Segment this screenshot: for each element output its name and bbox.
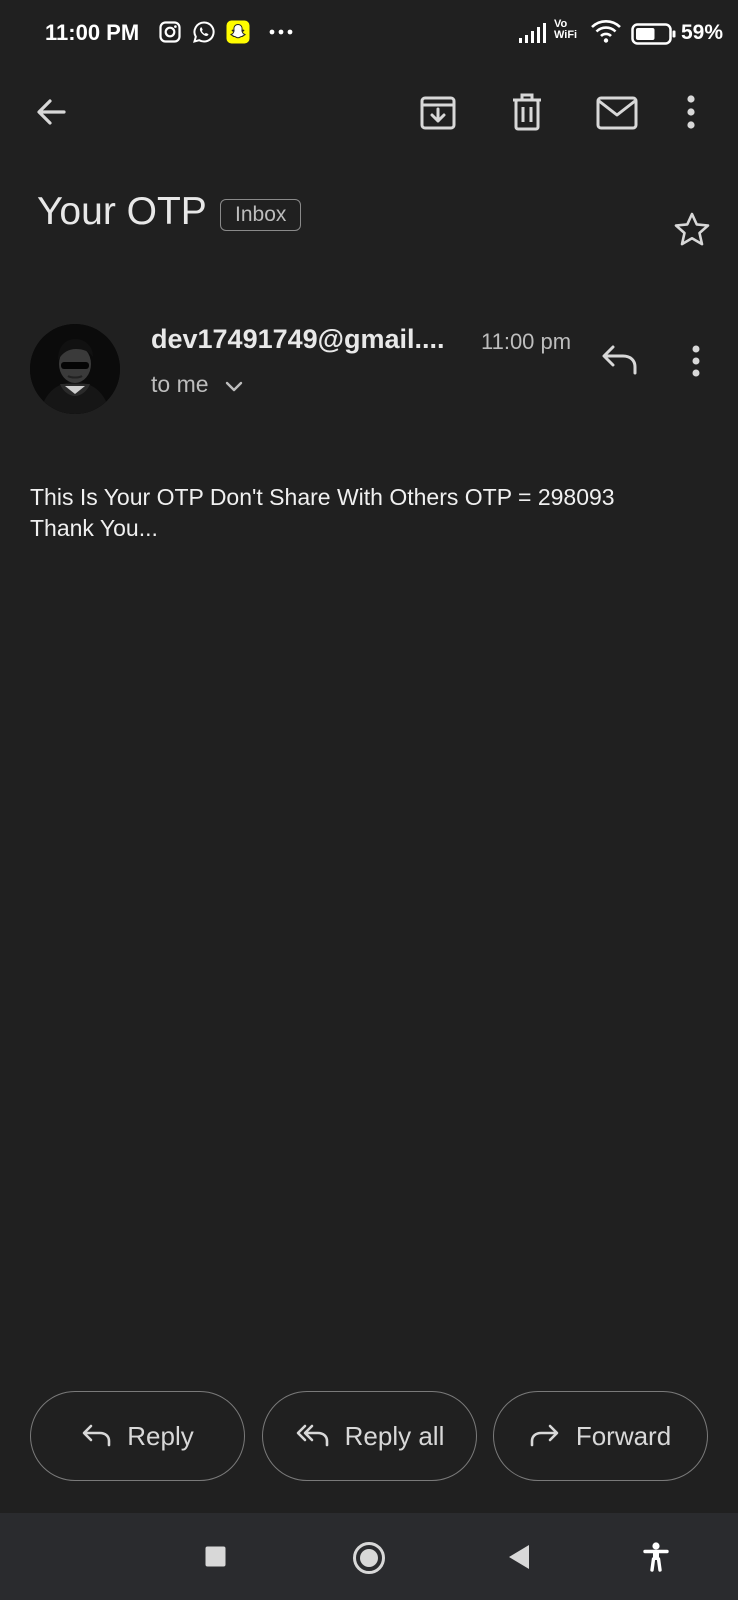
recipient-details-toggle[interactable]: to me: [151, 371, 243, 399]
home-circle-icon[interactable]: [352, 1541, 386, 1580]
instagram-icon: [158, 20, 182, 49]
reply-icon[interactable]: [600, 344, 638, 381]
email-body: This Is Your OTP Don't Share With Others…: [30, 482, 720, 544]
reply-all-icon: [296, 1424, 328, 1447]
forward-button[interactable]: Forward: [493, 1391, 708, 1481]
forward-button-label: Forward: [575, 1420, 672, 1451]
inbox-label-chip[interactable]: Inbox: [220, 199, 302, 231]
email-view-screen: 11:00 PM Vo WiFi 59% Your OTP Inbox dev1…: [0, 0, 738, 1600]
reply-all-button[interactable]: Reply all: [262, 1391, 477, 1481]
sender-avatar[interactable]: [30, 324, 120, 414]
recents-square-icon[interactable]: [205, 1546, 226, 1572]
status-bar: 11:00 PM Vo WiFi 59%: [0, 0, 738, 66]
forward-icon: [530, 1424, 559, 1447]
star-icon[interactable]: [673, 211, 711, 254]
recipient-text: to me: [151, 371, 209, 397]
accessibility-icon[interactable]: [643, 1542, 669, 1577]
snapchat-icon: [226, 20, 250, 49]
back-arrow-icon[interactable]: [33, 94, 69, 135]
chevron-down-icon: [225, 372, 243, 399]
whatsapp-icon: [192, 20, 216, 49]
back-triangle-icon[interactable]: [507, 1544, 531, 1575]
reply-all-button-label: Reply all: [344, 1420, 445, 1451]
system-navigation-bar: [0, 1513, 738, 1600]
vowifi-label: Vo WiFi: [554, 18, 578, 41]
message-more-options-icon[interactable]: [691, 344, 701, 383]
signal-icon: [518, 22, 548, 49]
email-subject: Your OTP: [37, 190, 207, 233]
sender-email[interactable]: dev17491749@gmail....: [151, 324, 445, 355]
reply-button[interactable]: Reply: [30, 1391, 245, 1481]
more-options-icon[interactable]: [686, 94, 696, 135]
email-body-line: This Is Your OTP Don't Share With Others…: [30, 484, 615, 510]
status-time: 11:00 PM: [45, 20, 140, 45]
delete-icon[interactable]: [509, 92, 545, 137]
email-time: 11:00 pm: [481, 329, 572, 354]
archive-icon[interactable]: [419, 94, 457, 137]
email-body-line: Thank You...: [30, 515, 158, 541]
battery-icon: [631, 22, 677, 51]
reply-icon: [82, 1424, 111, 1447]
mark-unread-icon[interactable]: [596, 96, 638, 135]
wifi-icon: [590, 19, 622, 50]
more-notifications-icon: [268, 22, 294, 47]
battery-percent: 59%: [681, 21, 724, 44]
reply-button-label: Reply: [127, 1420, 194, 1451]
